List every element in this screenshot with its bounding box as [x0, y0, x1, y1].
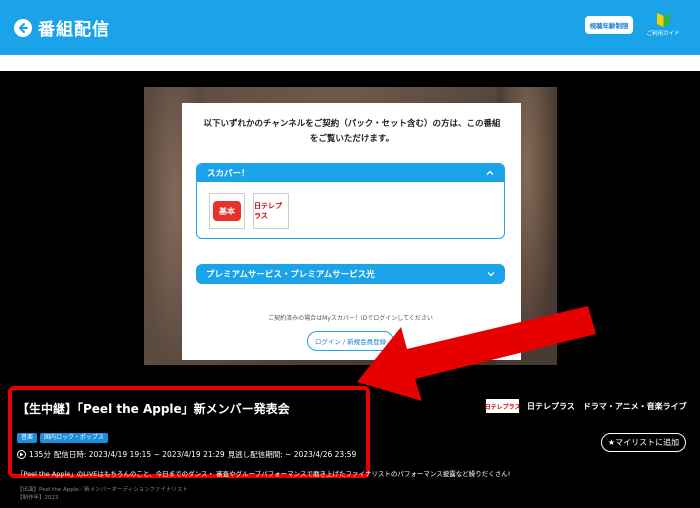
program-title: 【生中継】「Peel the Apple」新メンバー発表会 — [17, 402, 290, 416]
user-guide-label: ご利用ガイド — [646, 31, 680, 37]
play-icon — [17, 450, 26, 459]
channel-logo-kihon[interactable]: 基本 — [209, 193, 245, 229]
skyperfect-accordion-header[interactable]: スカパー！ — [197, 164, 504, 182]
channel-logos: 基本 日テレプラス — [209, 193, 289, 229]
channel-logo: 日テレプラス — [485, 399, 520, 413]
back-button[interactable]: 番組配信 — [14, 15, 110, 40]
login-register-button[interactable]: ログイン / 新規会員登録 — [307, 331, 394, 351]
user-guide-button[interactable]: ご利用ガイド — [643, 13, 683, 41]
chevron-up-icon — [486, 170, 494, 175]
header-spacer — [0, 55, 700, 71]
channel-logo-nittele-plus[interactable]: 日テレプラス — [253, 193, 289, 229]
broadcast-datetime: 配信日時: 2023/4/19 19:15 ~ 2023/4/19 21:29 — [53, 450, 225, 459]
program-cast: 【出演】Peel the Apple／新メンバーオーディションファイナリスト — [17, 487, 188, 493]
premium-service-label: プレミアムサービス・プレミアムサービス光 — [206, 270, 375, 280]
genre-tag[interactable]: 国内ロック・ポップス — [40, 433, 108, 443]
beginner-mark-icon — [656, 13, 670, 27]
premium-service-accordion-header[interactable]: プレミアムサービス・プレミアムサービス光 — [196, 264, 505, 284]
program-year: 【制作年】2023 — [17, 495, 59, 501]
nittele-plus-logo: 日テレプラス — [254, 202, 282, 220]
channel-info: 日テレプラス 日テレプラス ドラマ・アニメ・音楽ライブ — [485, 399, 687, 413]
channel-genre: ドラマ・アニメ・音楽ライブ — [582, 401, 687, 411]
skyperfect-accordion: スカパー！ 基本 日テレプラス — [196, 163, 505, 239]
page-title: 番組配信 — [38, 20, 110, 40]
program-description: 「Peel the Apple」のLIVEはもちろんのこと、今日までのダンス・ … — [17, 470, 511, 478]
age-restriction-button[interactable]: 視聴年齢制限 — [585, 16, 633, 34]
channel-name[interactable]: 日テレプラス — [527, 401, 575, 412]
skyperfect-accordion-label: スカパー！ — [207, 169, 250, 179]
program-duration: 135分 — [29, 450, 51, 459]
genre-tags: 音楽 国内ロック・ポップス — [17, 433, 108, 443]
login-note: ご契約済みの場合はMyスカパー！IDでログインしてください — [268, 315, 433, 322]
kihon-pack-logo: 基本 — [213, 201, 241, 221]
add-to-mylist-button[interactable]: ★マイリストに追加 — [601, 433, 686, 452]
catchup-period: 見逃し配信期間: ~ 2023/4/26 23:59 — [227, 450, 357, 459]
chevron-down-icon — [487, 272, 495, 277]
subscription-message: 以下いずれかのチャンネルをご契約（パック・セット含む）の方は、この番組をご覧いた… — [203, 119, 501, 144]
page: 番組配信 視聴年齢制限 ご利用ガイド 以下いずれかのチャンネルをご契約（パック・… — [0, 0, 700, 508]
back-arrow-icon — [14, 18, 32, 37]
program-meta: 135分 配信日時: 2023/4/19 19:15 ~ 2023/4/19 2… — [17, 449, 356, 460]
genre-tag[interactable]: 音楽 — [17, 433, 38, 443]
header: 番組配信 視聴年齢制限 ご利用ガイド — [0, 0, 700, 55]
